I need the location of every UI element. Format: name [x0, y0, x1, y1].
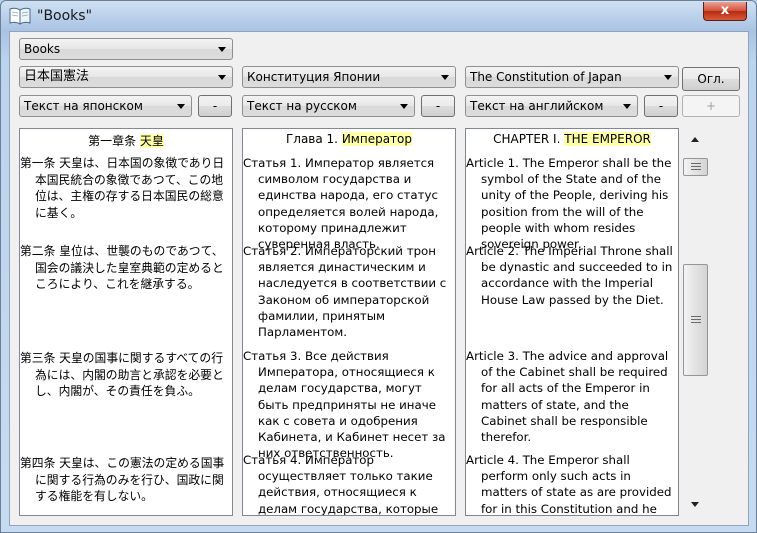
chapter-heading: 第一章条 天皇 [20, 132, 232, 149]
vertical-scrollbar[interactable] [681, 128, 709, 516]
translation-combo-russian[interactable]: Текст на русском [242, 95, 415, 117]
scroll-up-icon [691, 137, 699, 142]
chevron-down-icon [400, 104, 408, 109]
scroll-up-button[interactable] [687, 132, 703, 148]
article-paragraph: 第一条 天皇は、日本国の象徴であり日本国民統合の象徴であつて、この地位は、主権の… [20, 156, 225, 220]
article-paragraph: Статья 2. Императорский трон является ди… [243, 244, 447, 340]
remove-column-button-2[interactable]: - [421, 95, 455, 117]
chevron-down-icon [664, 75, 672, 80]
translation-combo-japanese[interactable]: Текст на японском [19, 95, 192, 117]
grip-icon [691, 169, 701, 170]
remove-column-button-3[interactable]: - [644, 95, 678, 117]
scroll-thumb[interactable] [683, 264, 708, 376]
text-pane-japanese[interactable]: 第一章条 天皇 第一条 天皇は、日本国の象徴であり日本国民統合の象徴であつて、こ… [19, 128, 233, 516]
close-icon: x [720, 3, 730, 18]
contents-button[interactable]: Огл. [682, 67, 740, 91]
chapter-heading-highlight: Император [341, 132, 413, 146]
text-pane-russian[interactable]: Глава 1. Император Статья 1. Император я… [242, 128, 456, 516]
book-combo-value: Конституция Японии [247, 70, 381, 84]
main-window: "Books" x Books 日本国憲法 Текст на японском … [0, 0, 757, 533]
books-combo[interactable]: Books [19, 38, 233, 60]
chevron-down-icon [177, 104, 185, 109]
book-combo-value: 日本国憲法 [24, 69, 90, 84]
chevron-down-icon [218, 75, 226, 80]
article-paragraph: 第二条 皇位は、世襲のものであつて、国会の議決した皇室典範の定めるところにより、… [20, 244, 224, 291]
book-combo-japanese[interactable]: 日本国憲法 [19, 66, 233, 88]
article-paragraph: Article 1. The Emperor shall be the symb… [466, 156, 672, 252]
article-paragraph: Article 4. The Emperor shall perform onl… [466, 453, 672, 516]
chapter-heading: Глава 1. Император [243, 132, 455, 146]
grip-icon [691, 166, 701, 167]
chapter-heading-highlight: THE EMPEROR [564, 132, 651, 146]
article-paragraph: 第三条 天皇の国事に関するすべての行為には、内閣の助言と承認を必要とし、内閣が、… [20, 351, 224, 398]
chapter-heading-highlight: 天皇 [139, 134, 164, 148]
book-icon [9, 7, 31, 25]
grip-icon [691, 163, 701, 164]
article-paragraph: Статья 1. Император является символом го… [243, 156, 439, 252]
translation-combo-english[interactable]: Текст на английском [465, 95, 638, 117]
grip-icon [691, 322, 701, 323]
text-pane-english[interactable]: CHAPTER I. THE EMPEROR Article 1. The Em… [465, 128, 679, 516]
translation-combo-value: Текст на английском [470, 99, 604, 113]
article-paragraph: Article 3. The advice and approval of th… [466, 349, 669, 445]
remove-column-button-1[interactable]: - [198, 95, 232, 117]
translation-combo-value: Текст на русском [247, 99, 357, 113]
add-column-button[interactable]: + [682, 95, 740, 117]
article-paragraph: Статья 3. Все действия Императора, относ… [243, 349, 446, 461]
article-paragraph: Article 2. The Imperial Throne shall be … [466, 244, 673, 307]
grip-icon [691, 316, 701, 317]
translation-combo-value: Текст на японском [24, 99, 143, 113]
article-paragraph: Статья 4. Император осуществляет только … [243, 453, 439, 516]
book-combo-english[interactable]: The Constitution of Japan [465, 66, 679, 88]
chapter-scroll-thumb[interactable] [683, 158, 708, 176]
chapter-heading-prefix: 第一章条 [88, 134, 140, 148]
chevron-down-icon [623, 104, 631, 109]
book-combo-russian[interactable]: Конституция Японии [242, 66, 456, 88]
close-button[interactable]: x [703, 2, 747, 21]
scroll-down-button[interactable] [687, 496, 703, 512]
grip-icon [691, 319, 701, 320]
chevron-down-icon [441, 75, 449, 80]
books-combo-value: Books [24, 42, 61, 56]
client-area: Books 日本国憲法 Текст на японском - Конститу… [9, 31, 749, 526]
window-title: "Books" [37, 8, 93, 24]
chapter-heading: CHAPTER I. THE EMPEROR [466, 132, 678, 146]
chapter-heading-prefix: Глава 1. [285, 132, 342, 146]
article-paragraph: 第四条 天皇は、この憲法の定める国事に関する行為のみを行ひ、国政に関する権能を有… [20, 456, 225, 503]
scroll-down-icon [691, 502, 699, 507]
book-combo-value: The Constitution of Japan [470, 70, 622, 84]
title-bar[interactable]: "Books" x [1, 1, 756, 31]
chevron-down-icon [218, 47, 226, 52]
chapter-heading-prefix: CHAPTER I. [493, 132, 565, 146]
